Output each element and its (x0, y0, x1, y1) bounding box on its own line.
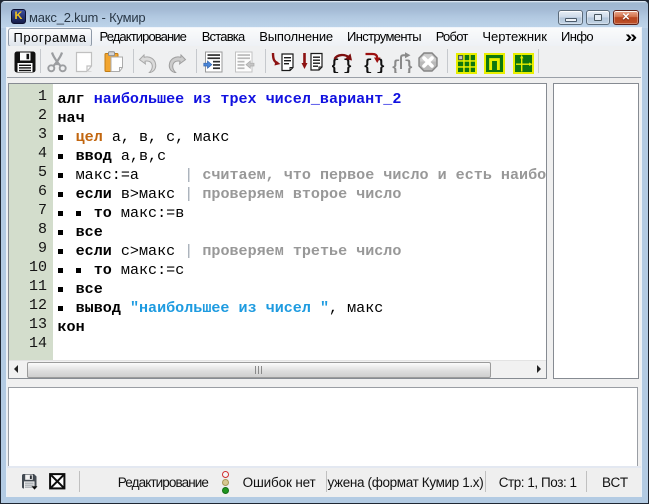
svg-text:}: } (404, 58, 414, 73)
svg-text:{: { (332, 57, 340, 73)
svg-text:{: { (392, 58, 401, 73)
svg-text:{: { (363, 57, 373, 73)
